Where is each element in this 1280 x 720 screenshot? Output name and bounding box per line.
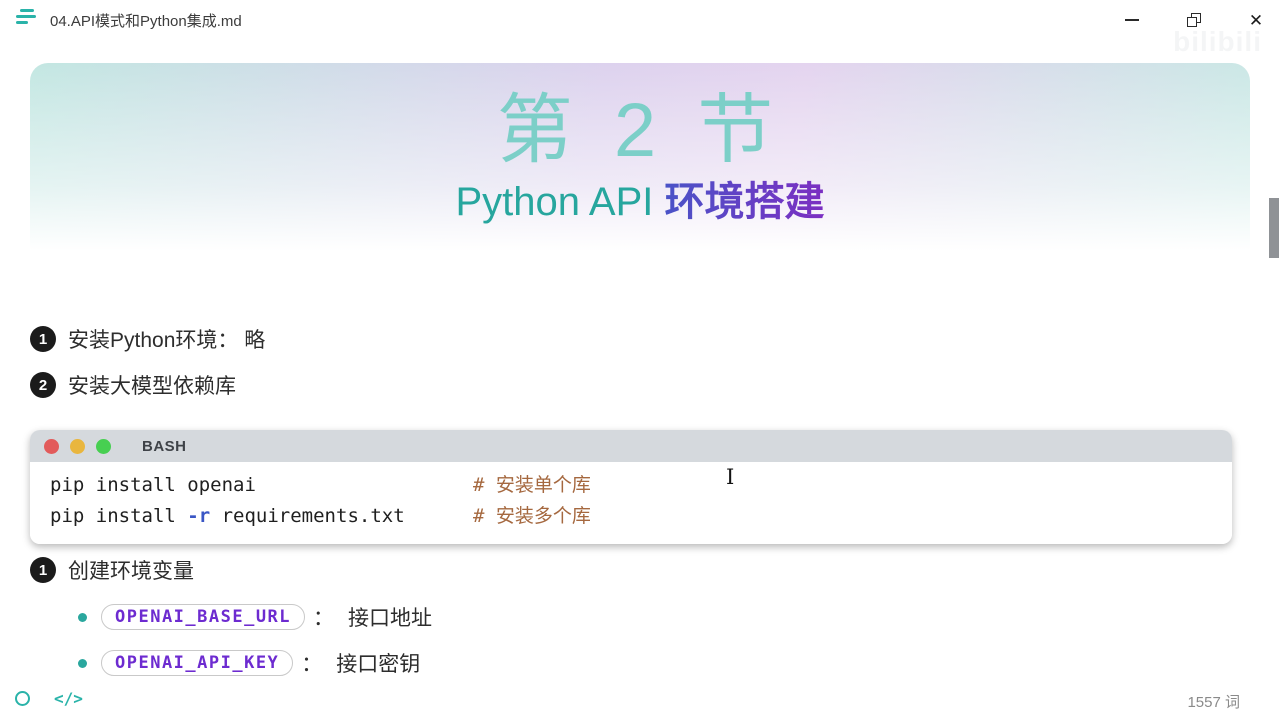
- step-text: 创建环境变量: [68, 560, 194, 583]
- code-language-label: BASH: [142, 437, 187, 455]
- step-number-badge: 2: [30, 372, 56, 398]
- hero-subtitle: Python API 环境搭建: [30, 180, 1250, 224]
- bullet-icon: [78, 612, 87, 622]
- code-line: pip install openai # 安装单个库: [50, 470, 1212, 501]
- inline-code-pill: OPENAI_BASE_URL: [101, 604, 306, 630]
- step-text: 安装大模型依赖库: [68, 375, 236, 398]
- list-item: 1 创建环境变量: [30, 555, 194, 585]
- menu-bar: [16, 15, 36, 18]
- title-bar: 04.API模式和Python集成.md ✕ bilibili: [0, 0, 1280, 57]
- code-block[interactable]: BASH pip install openai # 安装单个库 pip inst…: [30, 430, 1232, 544]
- traffic-light-yellow-icon: [70, 438, 85, 454]
- list-item: OPENAI_API_KEY ： 接口密钥: [78, 648, 420, 678]
- list-item: OPENAI_BASE_URL ： 接口地址: [78, 602, 432, 632]
- code-segment: pip install openai: [50, 474, 256, 496]
- code-body: pip install openai # 安装单个库 pip install -…: [30, 462, 1232, 544]
- bullet-separator: ：: [313, 607, 335, 630]
- scrollbar-thumb[interactable]: [1269, 198, 1279, 258]
- bullet-description: 接口地址: [348, 607, 433, 630]
- menu-bar: [20, 9, 34, 12]
- traffic-light-green-icon: [96, 438, 111, 454]
- restore-icon: [1187, 13, 1201, 27]
- minimize-button[interactable]: [1122, 10, 1142, 30]
- traffic-light-red-icon: [44, 438, 59, 454]
- bullet-icon: [78, 658, 87, 668]
- word-count: 1557 词: [1187, 694, 1240, 711]
- hero-subtitle-en: Python API: [455, 180, 665, 224]
- list-item: 1 安装Python环境： 略: [30, 324, 265, 354]
- hero-card: 第 2 节 Python API 环境搭建: [30, 63, 1250, 261]
- sidebar-toggle-icon[interactable]: [16, 9, 40, 31]
- code-segment: requirements.txt: [210, 505, 405, 527]
- inline-code-pill: OPENAI_API_KEY: [101, 650, 294, 676]
- code-flag: -r: [187, 505, 211, 527]
- menu-bar: [16, 21, 28, 24]
- source-code-mode-icon[interactable]: </>: [54, 689, 83, 708]
- hero-section-title: 第 2 节: [496, 88, 784, 173]
- code-comment: # 安装单个库: [473, 474, 591, 496]
- code-block-header: BASH: [30, 430, 1232, 462]
- bilibili-watermark: bilibili: [1173, 26, 1262, 57]
- list-item: 2 安装大模型依赖库: [30, 370, 236, 400]
- code-text: pip install openai: [50, 470, 473, 501]
- step-number-badge: 1: [30, 326, 56, 352]
- code-line: pip install -r requirements.txt # 安装多个库: [50, 501, 1212, 532]
- app-window: 04.API模式和Python集成.md ✕ bilibili 第 2 节 Py…: [0, 0, 1280, 720]
- code-comment: # 安装多个库: [473, 505, 591, 527]
- minimize-icon: [1125, 19, 1139, 21]
- code-text: pip install -r requirements.txt: [50, 501, 473, 532]
- step-number-badge: 1: [30, 557, 56, 583]
- outline-toggle-icon[interactable]: [15, 691, 30, 706]
- bullet-description: 接口密钥: [336, 653, 421, 676]
- step-text: 安装Python环境： 略: [68, 329, 266, 352]
- bullet-separator: ：: [301, 653, 323, 676]
- hero-subtitle-zh: 环境搭建: [664, 180, 825, 224]
- document-title: 04.API模式和Python集成.md: [50, 13, 242, 30]
- code-segment: pip install: [50, 505, 188, 527]
